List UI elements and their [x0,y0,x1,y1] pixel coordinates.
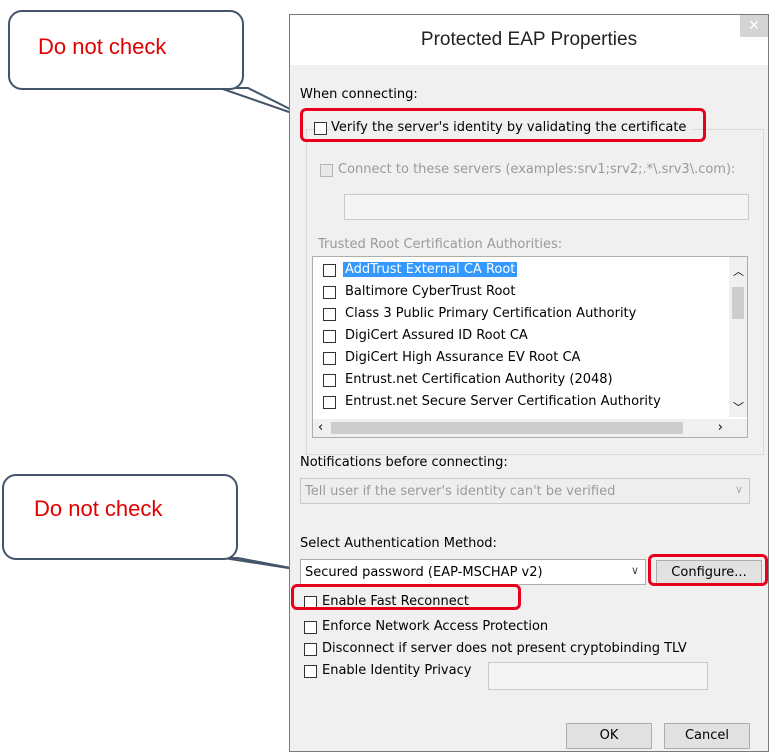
callout-do-not-check-verify: Do not check [8,10,244,90]
trusted-root-list[interactable]: AddTrust External CA Root Baltimore Cybe… [312,256,748,438]
cert-checkbox[interactable] [323,286,336,299]
horizontal-scrollbar[interactable]: ‹ › [313,419,729,437]
enforce-nap-checkbox[interactable] [304,621,317,634]
connect-servers-checkbox[interactable] [320,164,333,177]
auth-method-value: Secured password (EAP-MSCHAP v2) [305,565,543,580]
auth-method-select[interactable]: Secured password (EAP-MSCHAP v2) ∨ [300,559,646,585]
cert-checkbox[interactable] [323,352,336,365]
enforce-nap-label: Enforce Network Access Protection [322,619,549,634]
identity-privacy-checkbox[interactable] [304,665,317,678]
highlight-verify-identity [300,108,706,142]
cert-checkbox[interactable] [323,308,336,321]
cryptobinding-label: Disconnect if server does not present cr… [322,641,687,656]
scroll-down-icon[interactable]: ﹀ [733,399,744,415]
when-connecting-label: When connecting: [300,87,418,102]
vertical-scrollbar[interactable]: ︿ ﹀ [729,257,747,417]
notifications-value: Tell user if the server's identity can't… [305,484,616,499]
chevron-down-icon: ∨ [734,483,743,496]
callout-do-not-check-fast-reconnect: Do not check [2,474,238,560]
cert-checkbox[interactable] [323,264,336,277]
connect-servers-input[interactable] [344,194,749,220]
title-bar: Protected EAP Properties ✕ [290,15,768,65]
cert-checkbox[interactable] [323,374,336,387]
identity-privacy-label: Enable Identity Privacy [322,663,472,678]
cert-label: Baltimore CyberTrust Root [345,284,516,299]
cancel-button[interactable]: Cancel [664,723,750,749]
cert-label: DigiCert Assured ID Root CA [345,328,528,343]
cert-label: Class 3 Public Primary Certification Aut… [345,306,637,321]
scroll-corner [729,419,747,437]
scroll-thumb[interactable] [732,287,744,319]
scroll-thumb[interactable] [331,422,683,434]
scroll-left-icon[interactable]: ‹ [318,420,323,435]
auth-method-label: Select Authentication Method: [300,536,497,551]
identity-privacy-input[interactable] [488,662,708,690]
trusted-root-label: Trusted Root Certification Authorities: [318,237,563,252]
chevron-down-icon: ∨ [630,564,639,577]
cert-checkbox[interactable] [323,330,336,343]
cert-label: DigiCert High Assurance EV Root CA [345,350,581,365]
cert-checkbox[interactable] [323,396,336,409]
scroll-right-icon[interactable]: › [718,420,723,435]
scroll-up-icon[interactable]: ︿ [733,263,744,279]
highlight-configure [648,554,768,586]
notifications-label: Notifications before connecting: [300,455,508,470]
cert-label: Entrust.net Secure Server Certification … [345,394,661,409]
cert-label: AddTrust External CA Root [343,262,518,277]
ok-button[interactable]: OK [566,723,652,749]
notifications-select[interactable]: Tell user if the server's identity can't… [300,478,750,504]
cryptobinding-checkbox[interactable] [304,643,317,656]
cert-label: Entrust.net Certification Authority (204… [345,372,613,387]
dialog-title: Protected EAP Properties [420,29,638,50]
close-icon[interactable]: ✕ [740,15,768,37]
highlight-fast-reconnect [291,584,521,610]
callout-text: Do not check [34,496,163,521]
callout-text: Do not check [38,34,167,59]
connect-servers-label: Connect to these servers (examples:srv1;… [338,162,736,177]
